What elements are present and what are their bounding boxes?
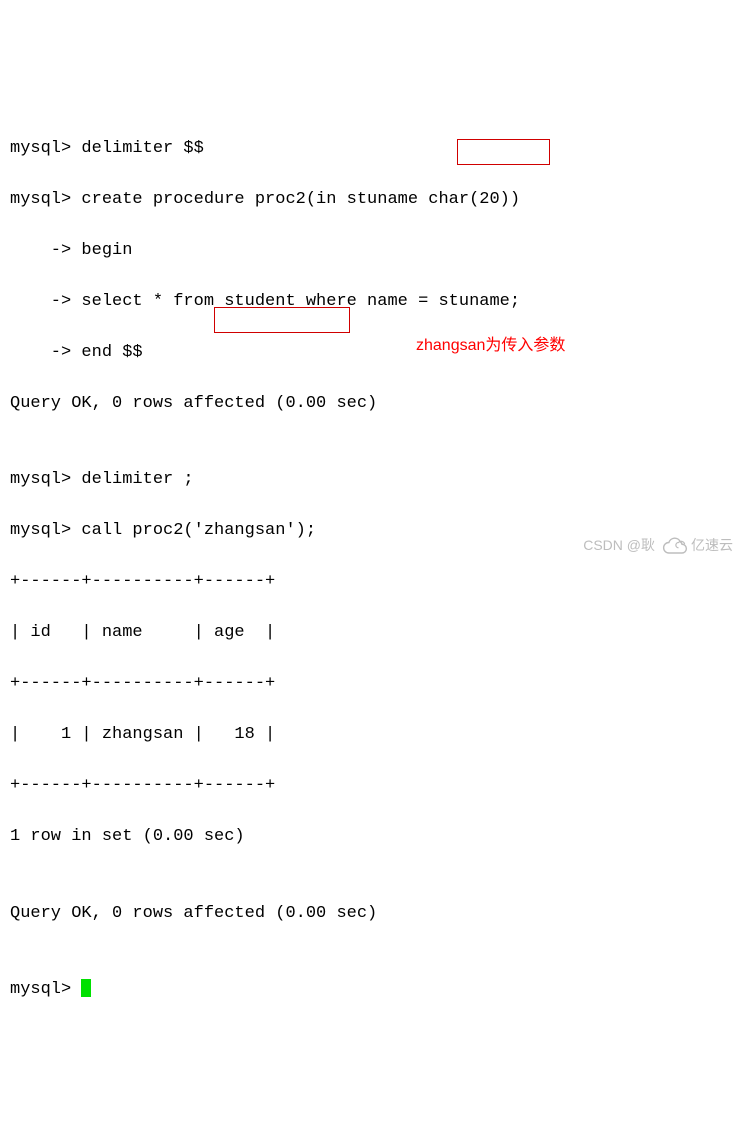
terminal-prompt-line: mysql> <box>10 977 735 1003</box>
terminal-line: +------+----------+------+ <box>10 671 735 697</box>
terminal-line: | id | name | age | <box>10 620 735 646</box>
prompt-text: mysql> <box>10 980 81 999</box>
watermark-logo: 亿速云 <box>661 535 733 556</box>
terminal-line: +------+----------+------+ <box>10 569 735 595</box>
terminal-line: mysql> delimiter $$ <box>10 136 735 162</box>
terminal-line: mysql> create procedure proc2(in stuname… <box>10 187 735 213</box>
cursor-icon <box>81 979 91 997</box>
terminal-line: mysql> delimiter ; <box>10 467 735 493</box>
cloud-icon <box>661 537 689 555</box>
watermark: CSDN @耿 亿速云 <box>583 535 733 556</box>
terminal-line: -> end $$ <box>10 340 735 366</box>
terminal-line: +------+----------+------+ <box>10 773 735 799</box>
terminal-line: -> begin <box>10 238 735 264</box>
watermark-csdn: CSDN @耿 <box>583 535 655 556</box>
terminal-line: 1 row in set (0.00 sec) <box>10 824 735 850</box>
terminal-line: Query OK, 0 rows affected (0.00 sec) <box>10 391 735 417</box>
annotation-text: zhangsan为传入参数 <box>416 334 565 358</box>
terminal-line: Query OK, 0 rows affected (0.00 sec) <box>10 901 735 927</box>
terminal-line: -> select * from student where name = st… <box>10 289 735 315</box>
watermark-brand: 亿速云 <box>691 535 733 556</box>
terminal-output: mysql> delimiter $$ mysql> create proced… <box>10 110 735 1124</box>
terminal-line: | 1 | zhangsan | 18 | <box>10 722 735 748</box>
